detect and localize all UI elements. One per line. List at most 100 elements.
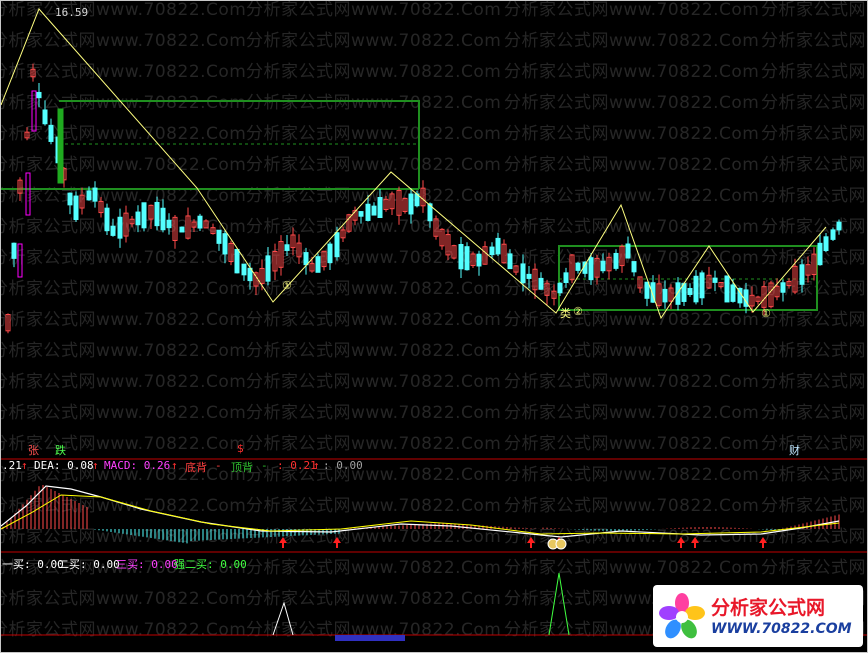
date-cursor-bar (335, 635, 405, 641)
stock-chart-window: 分析家公式网www.70822.Com 分析家公式网www.70822.Com 分析… (0, 0, 868, 653)
circle-mark-3: ① (761, 307, 771, 320)
candle-body (526, 273, 532, 279)
bottom-div-value: - (215, 459, 222, 472)
price-high-label: 16.59 (55, 6, 89, 19)
bottom-div-label: 底背 (185, 461, 207, 474)
candle-body (693, 275, 699, 303)
buy-arrow-icon (759, 537, 767, 548)
candle-body (699, 272, 705, 299)
site-logo: 分析家公式网 WWW.70822.COM (653, 585, 863, 647)
candle-body (222, 233, 228, 255)
candle-body (687, 288, 693, 295)
flower-logo-icon (659, 593, 705, 639)
candle-body (644, 281, 650, 299)
candle-body (358, 211, 364, 217)
candle-body (110, 225, 116, 236)
buy3-label: 三买: 0.00 (116, 558, 178, 571)
candle-body (284, 244, 290, 251)
candle-body (141, 202, 147, 229)
candle-body (117, 216, 123, 239)
candle-body (11, 242, 17, 259)
buy-arrow-icon (527, 537, 535, 548)
val-a: : 0.21 (277, 459, 317, 472)
buy-arrow-icon (333, 537, 341, 548)
candle-body (377, 196, 383, 219)
macd-prefix-arrow: ↑ (21, 459, 28, 472)
logo-cn-text: 分析家公式网 (711, 597, 826, 619)
top-div-value: - (261, 459, 268, 472)
top-div-label: 顶背 (231, 461, 253, 474)
candle-body (265, 255, 271, 282)
signal-down-tag: 跌 (55, 444, 66, 457)
candle-body (520, 263, 526, 284)
candle-body (197, 215, 203, 229)
candle-body (57, 108, 64, 184)
candle-body (73, 195, 79, 221)
buy-arrow-icon (279, 537, 287, 548)
candle-body (557, 282, 563, 294)
candle-body (179, 226, 185, 233)
circle-mark-1: ① (282, 279, 292, 292)
candle-body (464, 246, 470, 271)
candle-body (799, 264, 805, 285)
candle-body (154, 201, 160, 227)
signal-up-tag: 张 (28, 444, 39, 457)
candle-body (315, 256, 321, 273)
macd-arrow: ↑ (171, 459, 178, 472)
macd-label: MACD: 0.26 (104, 459, 171, 472)
dea-arrow: ↑ (92, 459, 99, 472)
candle-body (724, 275, 730, 303)
candle-body (588, 257, 594, 281)
candle-body (613, 252, 619, 269)
candle-body (36, 91, 42, 99)
consolidation-box (59, 100, 420, 189)
candle-body (86, 190, 92, 201)
strong-buy2-label: 强二买: 0.00 (174, 558, 247, 571)
candle-body (166, 219, 172, 229)
candle-body (365, 203, 371, 221)
val-a-arrow: ↑ (313, 459, 320, 472)
candle-body (48, 124, 54, 142)
buy1-label: 一买: 0.00 (2, 558, 64, 571)
candle-body (631, 261, 637, 273)
candle-body (160, 207, 166, 231)
candle-body (17, 243, 23, 278)
logo-url-text: WWW.70822.COM (711, 621, 852, 637)
candle-body (104, 207, 110, 232)
candle-body (507, 253, 513, 270)
buy-signal-spike (272, 601, 294, 636)
candle-body (334, 232, 340, 258)
val-b: : 0.00 (323, 459, 363, 472)
candle-body (817, 242, 823, 266)
candle-body (303, 252, 309, 266)
candle-body (458, 244, 464, 270)
candle-body (327, 243, 333, 264)
buy2-label: 二买: 0.00 (58, 558, 120, 571)
candle-body (780, 282, 786, 293)
candle-body (730, 284, 736, 302)
buy-signal-spike (548, 572, 570, 636)
candle-body (216, 229, 222, 244)
candle-body (625, 243, 631, 259)
chart-canvas[interactable] (1, 1, 867, 652)
candle-body (823, 236, 829, 252)
candle-body (489, 246, 495, 256)
candle-body (836, 221, 842, 231)
macd-prefix-value: .21 (2, 459, 22, 472)
candle-body (538, 277, 544, 290)
candle-body (25, 172, 31, 216)
candle-body (92, 187, 98, 202)
candle-body (135, 211, 141, 226)
dea-label: DEA: 0.08 (34, 459, 94, 472)
candle-body (67, 192, 73, 206)
signal-cai-tag: 财 (789, 444, 800, 457)
buy-arrow-icon (677, 537, 685, 548)
signal-money-tag: $ (237, 442, 244, 455)
candle-body (675, 282, 681, 305)
candle-body (408, 193, 414, 215)
candle-body (476, 253, 482, 267)
candle-body (42, 109, 48, 125)
candle-body (575, 262, 581, 271)
pattern-tag: 类 (560, 307, 571, 320)
candle-body (712, 277, 718, 283)
